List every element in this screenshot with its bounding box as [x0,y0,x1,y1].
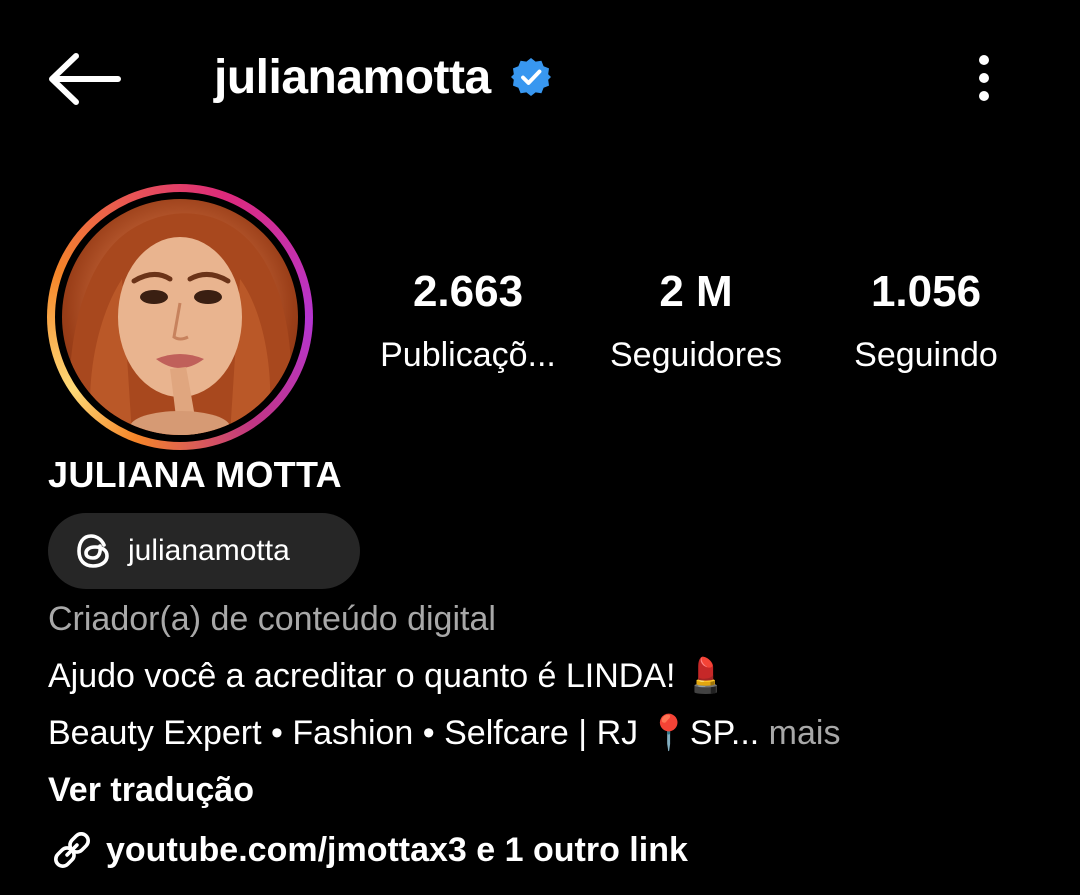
vertical-dots-icon[interactable] [962,48,1006,108]
back-arrow-icon[interactable] [44,48,124,110]
bio-line-2: Beauty Expert • Fashion • Selfcare | RJ … [48,713,840,753]
see-more-link[interactable]: mais [759,714,841,752]
profile-category: Criador(a) de conteúdo digital [48,600,496,638]
profile-header-title: julianamotta [214,44,551,110]
following-count: 1.056 [870,267,982,316]
posts-label: Publicaçõ... [380,336,556,374]
followers-count: 2 M [659,267,733,316]
avatar[interactable] [62,199,298,435]
username-title: julianamotta [214,50,491,104]
bio-line-1: Ajudo você a acreditar o quanto é LINDA!… [48,657,728,695]
followers-stat[interactable]: 2 M Seguidores [590,267,802,374]
posts-stat[interactable]: 2.663 Publicaçõ... [362,267,574,374]
verified-badge-icon [510,58,551,96]
bio-line-2-text: Beauty Expert • Fashion • Selfcare | RJ … [48,714,760,752]
external-link[interactable]: youtube.com/jmottax3 e 1 outro link [48,826,688,874]
avatar-portrait-icon [69,213,292,435]
following-label: Seguindo [854,336,998,374]
external-link-text: youtube.com/jmottax3 e 1 outro link [106,830,688,869]
threads-handle-button[interactable]: julianamotta [48,513,360,589]
threads-icon [77,534,109,568]
see-translation-link[interactable]: Ver tradução [48,771,254,810]
following-stat[interactable]: 1.056 Seguindo [826,267,1026,374]
full-name: JULIANA MOTTA [48,454,342,495]
posts-count: 2.663 [412,267,524,316]
threads-handle-label: julianamotta [128,534,290,567]
link-icon [54,832,90,868]
followers-label: Seguidores [609,336,782,374]
